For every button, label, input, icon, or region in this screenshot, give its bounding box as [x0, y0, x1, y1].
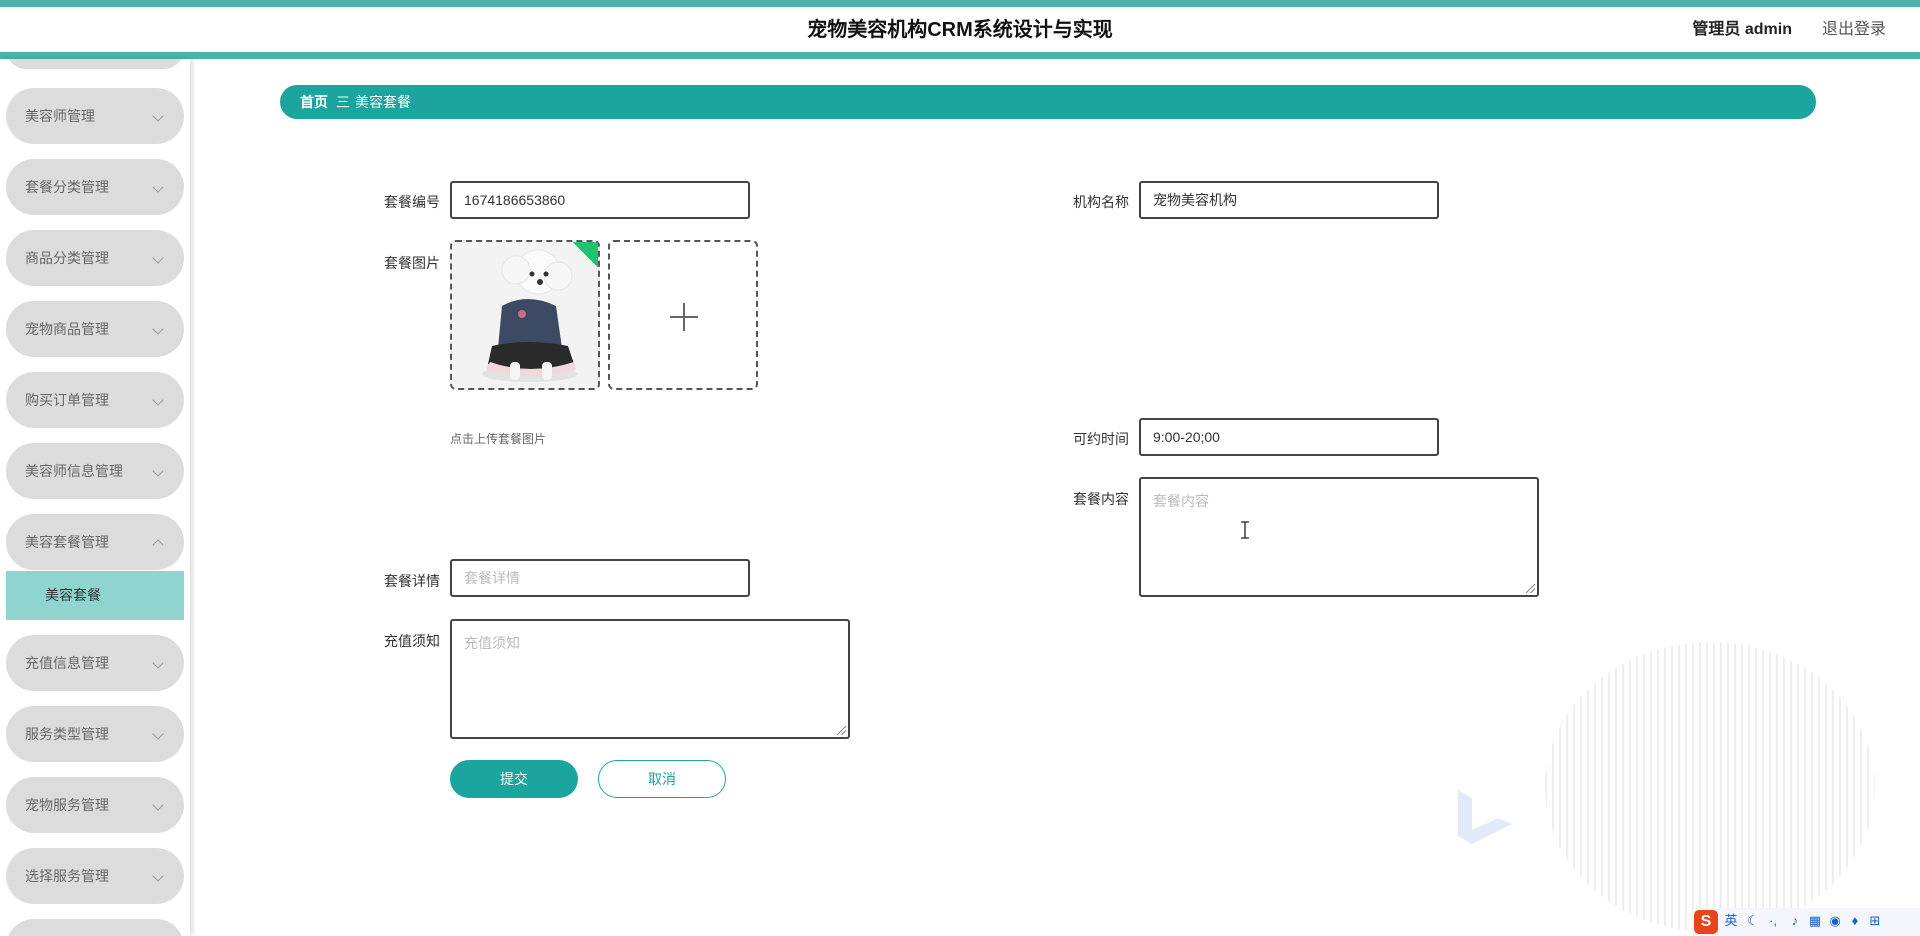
- sidebar-item-label: 购买订单管理: [25, 392, 109, 408]
- text-cursor-icon: [1241, 521, 1249, 539]
- sidebar: 美容师管理 套餐分类管理 商品分类管理 宠物商品管理 购买订单管理 美容师信息管…: [0, 59, 190, 936]
- breadcrumb-current: 美容套餐: [355, 94, 411, 110]
- sidebar-item-label: 美容师信息管理: [25, 463, 123, 479]
- chevron-down-icon: [152, 110, 164, 122]
- breadcrumb-separator: 三: [336, 94, 350, 110]
- sidebar-item-partial[interactable]: [6, 919, 184, 936]
- dog-photo: [452, 242, 598, 388]
- breadcrumb-home[interactable]: 首页: [300, 85, 328, 119]
- recharge-notice-textarea[interactable]: 充值须知: [450, 619, 850, 739]
- sidebar-item-beautician-info[interactable]: 美容师信息管理: [6, 443, 184, 499]
- skin-icon[interactable]: ♦: [1848, 914, 1862, 928]
- header-bottom-strip: [0, 52, 1920, 59]
- sidebar-subitem-beauty-package[interactable]: 美容套餐: [6, 571, 184, 620]
- package-content-label: 套餐内容: [1073, 491, 1129, 507]
- sidebar-item-label: 宠物商品管理: [25, 321, 109, 337]
- package-image-thumbnail[interactable]: [450, 240, 600, 390]
- sidebar-item-pet-goods[interactable]: 宠物商品管理: [6, 301, 184, 357]
- chevron-down-icon: [152, 870, 164, 882]
- resize-grip-icon[interactable]: [837, 726, 846, 735]
- sidebar-item-label: 宠物服务管理: [25, 797, 109, 813]
- sidebar-item-label: 套餐分类管理: [25, 179, 109, 195]
- cancel-button[interactable]: 取消: [598, 760, 726, 798]
- microphone-icon[interactable]: ♪: [1788, 914, 1802, 928]
- chevron-down-icon: [152, 728, 164, 740]
- recharge-notice-placeholder: 充值须知: [464, 635, 520, 651]
- sidebar-item-beauty-package[interactable]: 美容套餐管理: [6, 514, 184, 570]
- sidebar-item-label: 充值信息管理: [25, 655, 109, 671]
- sidebar-item-partial[interactable]: [6, 59, 184, 69]
- resize-grip-icon[interactable]: [1526, 584, 1535, 593]
- org-name-label: 机构名称: [1073, 194, 1129, 210]
- submit-button[interactable]: 提交: [450, 760, 578, 798]
- package-no-label: 套餐编号: [384, 194, 440, 210]
- ime-logo[interactable]: S: [1694, 910, 1718, 934]
- keyboard-icon[interactable]: ▦: [1808, 914, 1822, 928]
- package-content-textarea[interactable]: 套餐内容: [1139, 477, 1539, 597]
- current-user: 管理员 admin: [1692, 21, 1792, 38]
- package-image-label: 套餐图片: [384, 255, 440, 271]
- sidebar-item-label: 服务类型管理: [25, 726, 109, 742]
- package-detail-label: 套餐详情: [384, 573, 440, 589]
- app-title: 宠物美容机构CRM系统设计与实现: [807, 19, 1113, 41]
- package-detail-input[interactable]: 套餐详情: [450, 559, 750, 597]
- sidebar-item-label: 美容师管理: [25, 108, 95, 124]
- chevron-down-icon: [152, 657, 164, 669]
- app-header: 宠物美容机构CRM系统设计与实现 管理员 admin 退出登录: [0, 7, 1920, 53]
- sidebar-item-beautician-mgmt[interactable]: 美容师管理: [6, 88, 184, 144]
- header-top-strip: [0, 0, 1920, 7]
- watermark-b-logo: [1458, 790, 1512, 844]
- chevron-down-icon: [152, 181, 164, 193]
- recharge-notice-label: 充值须知: [384, 633, 440, 649]
- sidebar-item-label: 美容套餐管理: [25, 534, 109, 550]
- sidebar-item-label: 选择服务管理: [25, 868, 109, 884]
- breadcrumb: 首页 三 美容套餐: [280, 85, 1816, 119]
- sidebar-subitem-label: 美容套餐: [45, 587, 101, 603]
- grid-icon[interactable]: ⊞: [1868, 914, 1882, 928]
- logout-link[interactable]: 退出登录: [1822, 7, 1886, 53]
- chevron-down-icon: [152, 252, 164, 264]
- watermark-logo: [1545, 642, 1875, 932]
- package-no-input[interactable]: 1674186653860: [450, 181, 750, 219]
- sidebar-item-recharge[interactable]: 充值信息管理: [6, 635, 184, 691]
- sidebar-item-service-type[interactable]: 服务类型管理: [6, 706, 184, 762]
- available-time-label: 可约时间: [1073, 431, 1129, 447]
- upload-hint: 点击上传套餐图片: [450, 432, 547, 446]
- chevron-down-icon: [152, 394, 164, 406]
- moon-icon[interactable]: ☾: [1746, 914, 1760, 928]
- sidebar-item-goods-category[interactable]: 商品分类管理: [6, 230, 184, 286]
- sidebar-item-select-service[interactable]: 选择服务管理: [6, 848, 184, 904]
- sidebar-item-label: 商品分类管理: [25, 250, 109, 266]
- available-time-input[interactable]: 9:00-20;00: [1139, 418, 1439, 456]
- sidebar-item-orders[interactable]: 购买订单管理: [6, 372, 184, 428]
- chevron-down-icon: [152, 799, 164, 811]
- ime-toolbar: S 英 ☾ ·, ♪ ▦ ◉ ♦ ⊞: [1692, 908, 1920, 936]
- user-icon[interactable]: ◉: [1828, 914, 1842, 928]
- chevron-down-icon: [152, 323, 164, 335]
- sidebar-item-pet-service[interactable]: 宠物服务管理: [6, 777, 184, 833]
- chevron-down-icon: [152, 465, 164, 477]
- org-name-input[interactable]: 宠物美容机构: [1139, 181, 1439, 219]
- package-content-placeholder: 套餐内容: [1153, 493, 1209, 509]
- sidebar-item-package-category[interactable]: 套餐分类管理: [6, 159, 184, 215]
- chevron-up-icon: [152, 539, 164, 551]
- ime-language-toggle[interactable]: 英: [1724, 914, 1738, 928]
- add-image-button[interactable]: [608, 240, 758, 390]
- punctuation-icon[interactable]: ·,: [1766, 914, 1780, 928]
